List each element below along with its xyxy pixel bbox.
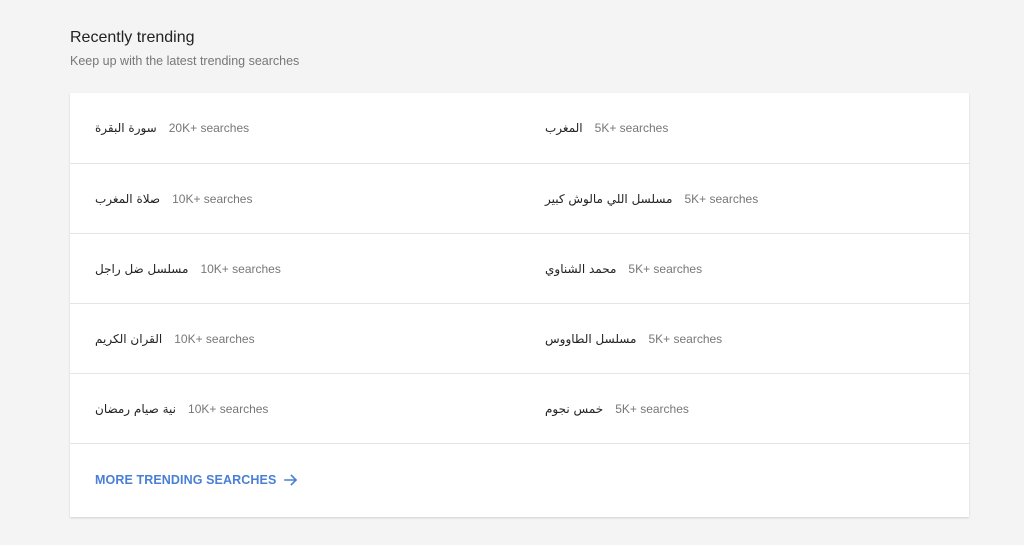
- trending-count: 5K+ searches: [648, 331, 723, 346]
- trending-item[interactable]: القران الكريم 10K+ searches: [70, 304, 520, 373]
- trending-query: المغرب: [545, 121, 583, 135]
- arrow-right-icon: [284, 474, 298, 486]
- trending-item[interactable]: خمس نجوم 5K+ searches: [520, 374, 969, 443]
- trending-query: محمد الشناوي: [545, 261, 617, 276]
- trending-item[interactable]: نية صيام رمضان 10K+ searches: [70, 374, 520, 443]
- trending-item[interactable]: محمد الشناوي 5K+ searches: [520, 234, 969, 303]
- trending-query: سورة البقرة: [95, 121, 157, 135]
- trending-query: صلاة المغرب: [95, 191, 161, 206]
- trending-item[interactable]: مسلسل الطاووس 5K+ searches: [520, 304, 969, 373]
- trending-count: 5K+ searches: [684, 191, 759, 206]
- trending-count: 10K+ searches: [200, 261, 281, 276]
- trending-count: 5K+ searches: [628, 261, 703, 276]
- trending-item[interactable]: مسلسل ضل راجل 10K+ searches: [70, 234, 520, 303]
- more-trending-searches-link[interactable]: MORE TRENDING SEARCHES: [70, 444, 969, 516]
- trending-count: 10K+ searches: [172, 191, 253, 206]
- trending-count: 5K+ searches: [594, 121, 669, 135]
- trending-row: سورة البقرة 20K+ searches المغرب 5K+ sea…: [70, 93, 969, 164]
- section-title: Recently trending: [70, 29, 195, 46]
- trending-grid: سورة البقرة 20K+ searches المغرب 5K+ sea…: [70, 93, 969, 444]
- section-subtitle: Keep up with the latest trending searche…: [70, 54, 300, 68]
- trending-row: نية صيام رمضان 10K+ searches خمس نجوم 5K…: [70, 374, 969, 444]
- trending-row: القران الكريم 10K+ searches مسلسل الطاوو…: [70, 304, 969, 374]
- trending-count: 10K+ searches: [188, 401, 269, 416]
- trending-row: صلاة المغرب 10K+ searches مسلسل اللي مال…: [70, 164, 969, 234]
- trending-query: خمس نجوم: [545, 401, 604, 416]
- trending-count: 10K+ searches: [174, 331, 255, 346]
- trending-item[interactable]: المغرب 5K+ searches: [520, 93, 969, 163]
- trending-item[interactable]: مسلسل اللي مالوش كبير 5K+ searches: [520, 164, 969, 233]
- trending-query: نية صيام رمضان: [95, 401, 177, 416]
- trending-item[interactable]: صلاة المغرب 10K+ searches: [70, 164, 520, 233]
- more-trending-label: MORE TRENDING SEARCHES: [95, 473, 277, 487]
- trending-row: مسلسل ضل راجل 10K+ searches محمد الشناوي…: [70, 234, 969, 304]
- trending-query: مسلسل ضل راجل: [95, 261, 189, 276]
- trending-card: سورة البقرة 20K+ searches المغرب 5K+ sea…: [70, 93, 969, 517]
- trending-query: مسلسل اللي مالوش كبير: [545, 191, 673, 206]
- trending-count: 20K+ searches: [168, 121, 250, 135]
- trending-query: القران الكريم: [95, 331, 163, 346]
- trending-query: مسلسل الطاووس: [545, 331, 637, 346]
- trending-count: 5K+ searches: [615, 401, 689, 416]
- trending-item[interactable]: سورة البقرة 20K+ searches: [70, 93, 520, 163]
